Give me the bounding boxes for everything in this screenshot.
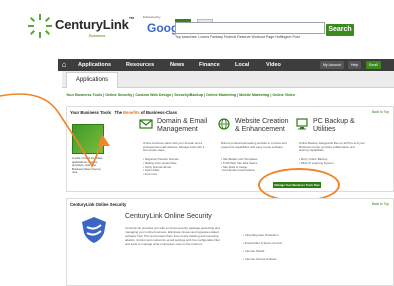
list-item: • Internet Shield bbox=[243, 249, 265, 253]
panel-heading: Your Business Tools The Benefits of Busi… bbox=[70, 110, 178, 115]
panel-heading: CenturyLink Online Security bbox=[70, 202, 127, 207]
list-item: • Email Filter & Spam Control bbox=[243, 241, 282, 245]
google-enhanced-label: Enhanced by bbox=[143, 15, 161, 19]
tab-applications[interactable]: Applications bbox=[66, 72, 118, 88]
site-header: CenturyLink™ Business Enhanced by Google… bbox=[0, 0, 394, 56]
nav-email[interactable]: Email bbox=[366, 61, 381, 69]
nav-applications[interactable]: Applications bbox=[78, 59, 111, 71]
list-item: • And more bbox=[143, 172, 158, 177]
search-input[interactable] bbox=[175, 22, 325, 34]
shield-icon bbox=[82, 217, 106, 243]
feature-desc: Online Backup safeguards files on all PC… bbox=[299, 141, 365, 153]
list-item: • Internet Access Policies bbox=[243, 257, 277, 261]
list-item: • Wide IP Learning System bbox=[299, 160, 334, 165]
feature-title[interactable]: PC Backup & Utilities bbox=[313, 118, 369, 134]
security-bullets: • Virus/Spyware Protection • Email Filte… bbox=[243, 231, 343, 263]
feature-title[interactable]: Website Creation & Enhancement bbox=[235, 118, 291, 134]
nav-help[interactable]: Help bbox=[348, 61, 362, 69]
security-title[interactable]: CenturyLink Online Security bbox=[125, 213, 212, 220]
section-links[interactable]: Your Business Tools | Online Security | … bbox=[66, 93, 295, 97]
online-security-panel: CenturyLink Online Security Back to Top … bbox=[66, 198, 394, 286]
centurylink-logo[interactable]: CenturyLink™ Business bbox=[27, 13, 135, 43]
website-icon bbox=[218, 118, 230, 130]
logo-text: CenturyLink™ bbox=[55, 17, 135, 32]
nav-finance[interactable]: Finance bbox=[199, 59, 220, 71]
feature-desc: Online business starts with your domain … bbox=[143, 141, 205, 153]
business-tools-caption: A suite of tools for online applications… bbox=[72, 156, 103, 175]
search-button[interactable]: Search bbox=[326, 24, 354, 36]
feature-title[interactable]: Domain & Email Management bbox=[157, 118, 213, 134]
feature-desc: Build a professional-looking website in … bbox=[221, 141, 287, 149]
domain-email-icon bbox=[139, 119, 153, 129]
business-tools-image[interactable] bbox=[72, 124, 104, 154]
nav-resources[interactable]: Resources bbox=[126, 59, 154, 71]
logo-subtitle: Business bbox=[89, 33, 106, 38]
centurylink-logo-icon bbox=[28, 14, 52, 38]
tab-row: Applications bbox=[62, 71, 394, 88]
nav-news[interactable]: News bbox=[170, 59, 184, 71]
home-icon[interactable]: ⌂ bbox=[58, 59, 70, 71]
business-tools-panel: Your Business Tools The Benefits of Busi… bbox=[66, 106, 394, 192]
back-to-top-link[interactable]: Back to Top bbox=[372, 202, 389, 206]
feature-bullets: • Mozy Online Backup • Wide IP Learning … bbox=[299, 157, 365, 166]
nav-my-account[interactable]: My Account bbox=[320, 61, 345, 69]
nav-video[interactable]: Video bbox=[266, 59, 281, 71]
back-to-top-link[interactable]: Back to Top bbox=[372, 110, 389, 114]
security-desc: CenturyLink provides you with a robust s… bbox=[125, 226, 221, 246]
pc-backup-icon bbox=[296, 118, 308, 130]
nav-local[interactable]: Local bbox=[235, 59, 249, 71]
top-searches[interactable]: Top searches: Lovers Fantasy Federal Res… bbox=[175, 35, 300, 39]
highlight-circle bbox=[258, 168, 340, 202]
google-search-box: Enhanced by Google Web Offer Top searche… bbox=[140, 13, 350, 43]
main-nav: ⌂ Applications Resources News Finance Lo… bbox=[58, 59, 394, 71]
feature-bullets: • Registrar/Transfer Domain • Mailing Li… bbox=[143, 157, 209, 177]
list-item: • Virus/Spyware Protection bbox=[243, 233, 279, 237]
